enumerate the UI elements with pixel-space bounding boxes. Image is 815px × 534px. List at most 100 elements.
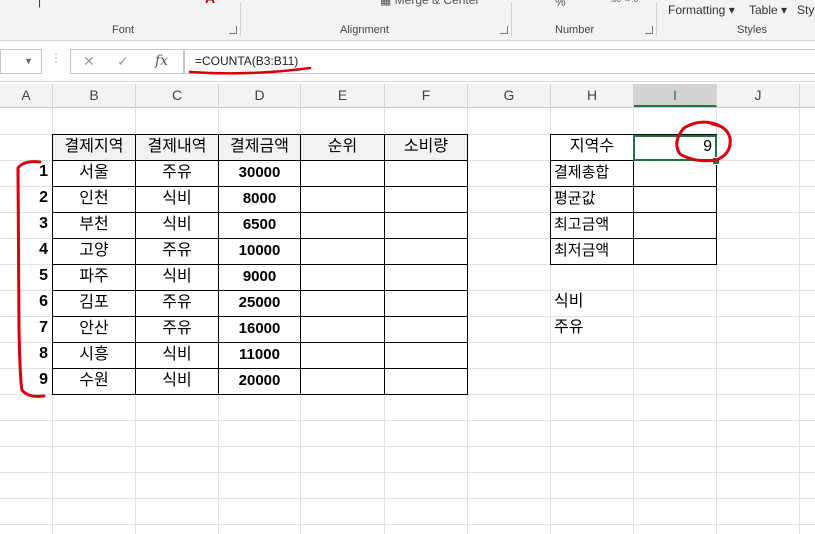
amount-cell[interactable]: 8000	[218, 186, 301, 213]
item-cell[interactable]: 주유	[135, 290, 219, 317]
amount-cell[interactable]: 10000	[218, 238, 301, 265]
amount-cell[interactable]: 30000	[218, 160, 301, 187]
formula-input[interactable]: =COUNTA(B3:B11)	[184, 49, 815, 74]
consumption-cell[interactable]	[384, 316, 468, 343]
alignment-launcher-icon[interactable]	[500, 26, 508, 34]
decimal-icon[interactable]: .00 →.0	[610, 0, 638, 4]
rank-cell[interactable]	[300, 368, 385, 395]
amount-cell[interactable]: 20000	[218, 368, 301, 395]
item-cell[interactable]: 식비	[135, 368, 219, 395]
header-cell-rank[interactable]: 순위	[300, 134, 385, 161]
summary-label-max[interactable]: 최고금액	[550, 212, 634, 239]
name-box-dropdown-icon[interactable]: ▼	[24, 56, 33, 66]
column-header-a[interactable]: A	[0, 84, 53, 107]
item-cell[interactable]: 식비	[135, 186, 219, 213]
summary-label-total[interactable]: 결제총합	[550, 160, 634, 187]
summary-label-count[interactable]: 지역수	[550, 134, 634, 161]
region-cell[interactable]: 김포	[52, 290, 136, 317]
fill-handle[interactable]	[712, 157, 720, 165]
summary-value-max[interactable]	[633, 212, 717, 239]
consumption-cell[interactable]	[384, 368, 468, 395]
rank-cell[interactable]	[300, 186, 385, 213]
category-cell-fuel[interactable]: 주유	[551, 316, 633, 342]
region-cell[interactable]: 안산	[52, 316, 136, 343]
name-box[interactable]	[0, 49, 42, 74]
column-header-c[interactable]: C	[136, 84, 219, 107]
column-header-f[interactable]: F	[385, 84, 468, 107]
row-number-cell[interactable]: 9	[0, 368, 52, 395]
item-cell[interactable]: 식비	[135, 212, 219, 239]
header-cell-consumption[interactable]: 소비량	[384, 134, 468, 161]
header-cell-region[interactable]: 결제지역	[52, 134, 136, 161]
bold-button[interactable]: |	[38, 0, 41, 8]
rank-cell[interactable]	[300, 316, 385, 343]
consumption-cell[interactable]	[384, 160, 468, 187]
amount-cell[interactable]: 9000	[218, 264, 301, 291]
region-cell[interactable]: 서울	[52, 160, 136, 187]
summary-label-min[interactable]: 최저금액	[550, 238, 634, 265]
font-color-icon[interactable]: A	[205, 0, 215, 6]
header-cell-amount[interactable]: 결제금액	[218, 134, 301, 161]
region-cell[interactable]: 인천	[52, 186, 136, 213]
enter-icon[interactable]: ✓	[117, 53, 129, 70]
row-number-cell[interactable]: 4	[0, 238, 52, 265]
item-cell[interactable]: 주유	[135, 160, 219, 187]
row-number-cell[interactable]: 5	[0, 264, 52, 291]
rank-cell[interactable]	[300, 290, 385, 317]
summary-value-total[interactable]	[633, 160, 717, 187]
summary-value-min[interactable]	[633, 238, 717, 265]
insert-function-icon[interactable]: fx	[155, 53, 168, 69]
consumption-cell[interactable]	[384, 212, 468, 239]
number-launcher-icon[interactable]	[645, 26, 653, 34]
amount-cell[interactable]: 25000	[218, 290, 301, 317]
row-number-cell[interactable]: 3	[0, 212, 52, 239]
consumption-cell[interactable]	[384, 186, 468, 213]
summary-value-average[interactable]	[633, 186, 717, 213]
row-number-cell[interactable]: 8	[0, 342, 52, 369]
column-header-j[interactable]: J	[717, 84, 800, 107]
item-cell[interactable]: 주유	[135, 316, 219, 343]
row-number-cell[interactable]: 1	[0, 160, 52, 187]
consumption-cell[interactable]	[384, 290, 468, 317]
consumption-cell[interactable]	[384, 342, 468, 369]
more-options-icon[interactable]: ⋮	[50, 51, 62, 69]
font-launcher-icon[interactable]	[229, 26, 237, 34]
rank-cell[interactable]	[300, 212, 385, 239]
region-cell[interactable]: 파주	[52, 264, 136, 291]
conditional-formatting-button[interactable]: Formatting ▾	[668, 3, 735, 17]
cancel-icon[interactable]: ✕	[83, 53, 95, 70]
rank-cell[interactable]	[300, 264, 385, 291]
category-cell-food[interactable]: 식비	[551, 290, 633, 316]
row-number-cell[interactable]: 7	[0, 316, 52, 343]
item-cell[interactable]: 식비	[135, 264, 219, 291]
column-header-i[interactable]: I	[634, 84, 717, 107]
ribbon-group-number: Number	[555, 24, 595, 36]
consumption-cell[interactable]	[384, 264, 468, 291]
rank-cell[interactable]	[300, 160, 385, 187]
header-cell-item[interactable]: 결제내역	[135, 134, 219, 161]
rank-cell[interactable]	[300, 342, 385, 369]
item-cell[interactable]: 주유	[135, 238, 219, 265]
merge-center-icon[interactable]: ▦ Merge & Center	[380, 0, 479, 7]
cell-styles-button[interactable]: Styl	[797, 3, 815, 17]
amount-cell[interactable]: 16000	[218, 316, 301, 343]
row-number-cell[interactable]: 6	[0, 290, 52, 317]
column-header-b[interactable]: B	[53, 84, 136, 107]
amount-cell[interactable]: 11000	[218, 342, 301, 369]
amount-cell[interactable]: 6500	[218, 212, 301, 239]
region-cell[interactable]: 고양	[52, 238, 136, 265]
column-header-g[interactable]: G	[468, 84, 551, 107]
region-cell[interactable]: 수원	[52, 368, 136, 395]
column-header-e[interactable]: E	[301, 84, 385, 107]
consumption-cell[interactable]	[384, 238, 468, 265]
row-number-cell[interactable]: 2	[0, 186, 52, 213]
percent-icon[interactable]: %	[555, 0, 566, 9]
column-header-d[interactable]: D	[219, 84, 301, 107]
item-cell[interactable]: 식비	[135, 342, 219, 369]
region-cell[interactable]: 시흥	[52, 342, 136, 369]
region-cell[interactable]: 부천	[52, 212, 136, 239]
column-header-h[interactable]: H	[551, 84, 634, 107]
format-as-table-button[interactable]: Table ▾	[749, 3, 787, 17]
summary-label-average[interactable]: 평균값	[550, 186, 634, 213]
rank-cell[interactable]	[300, 238, 385, 265]
